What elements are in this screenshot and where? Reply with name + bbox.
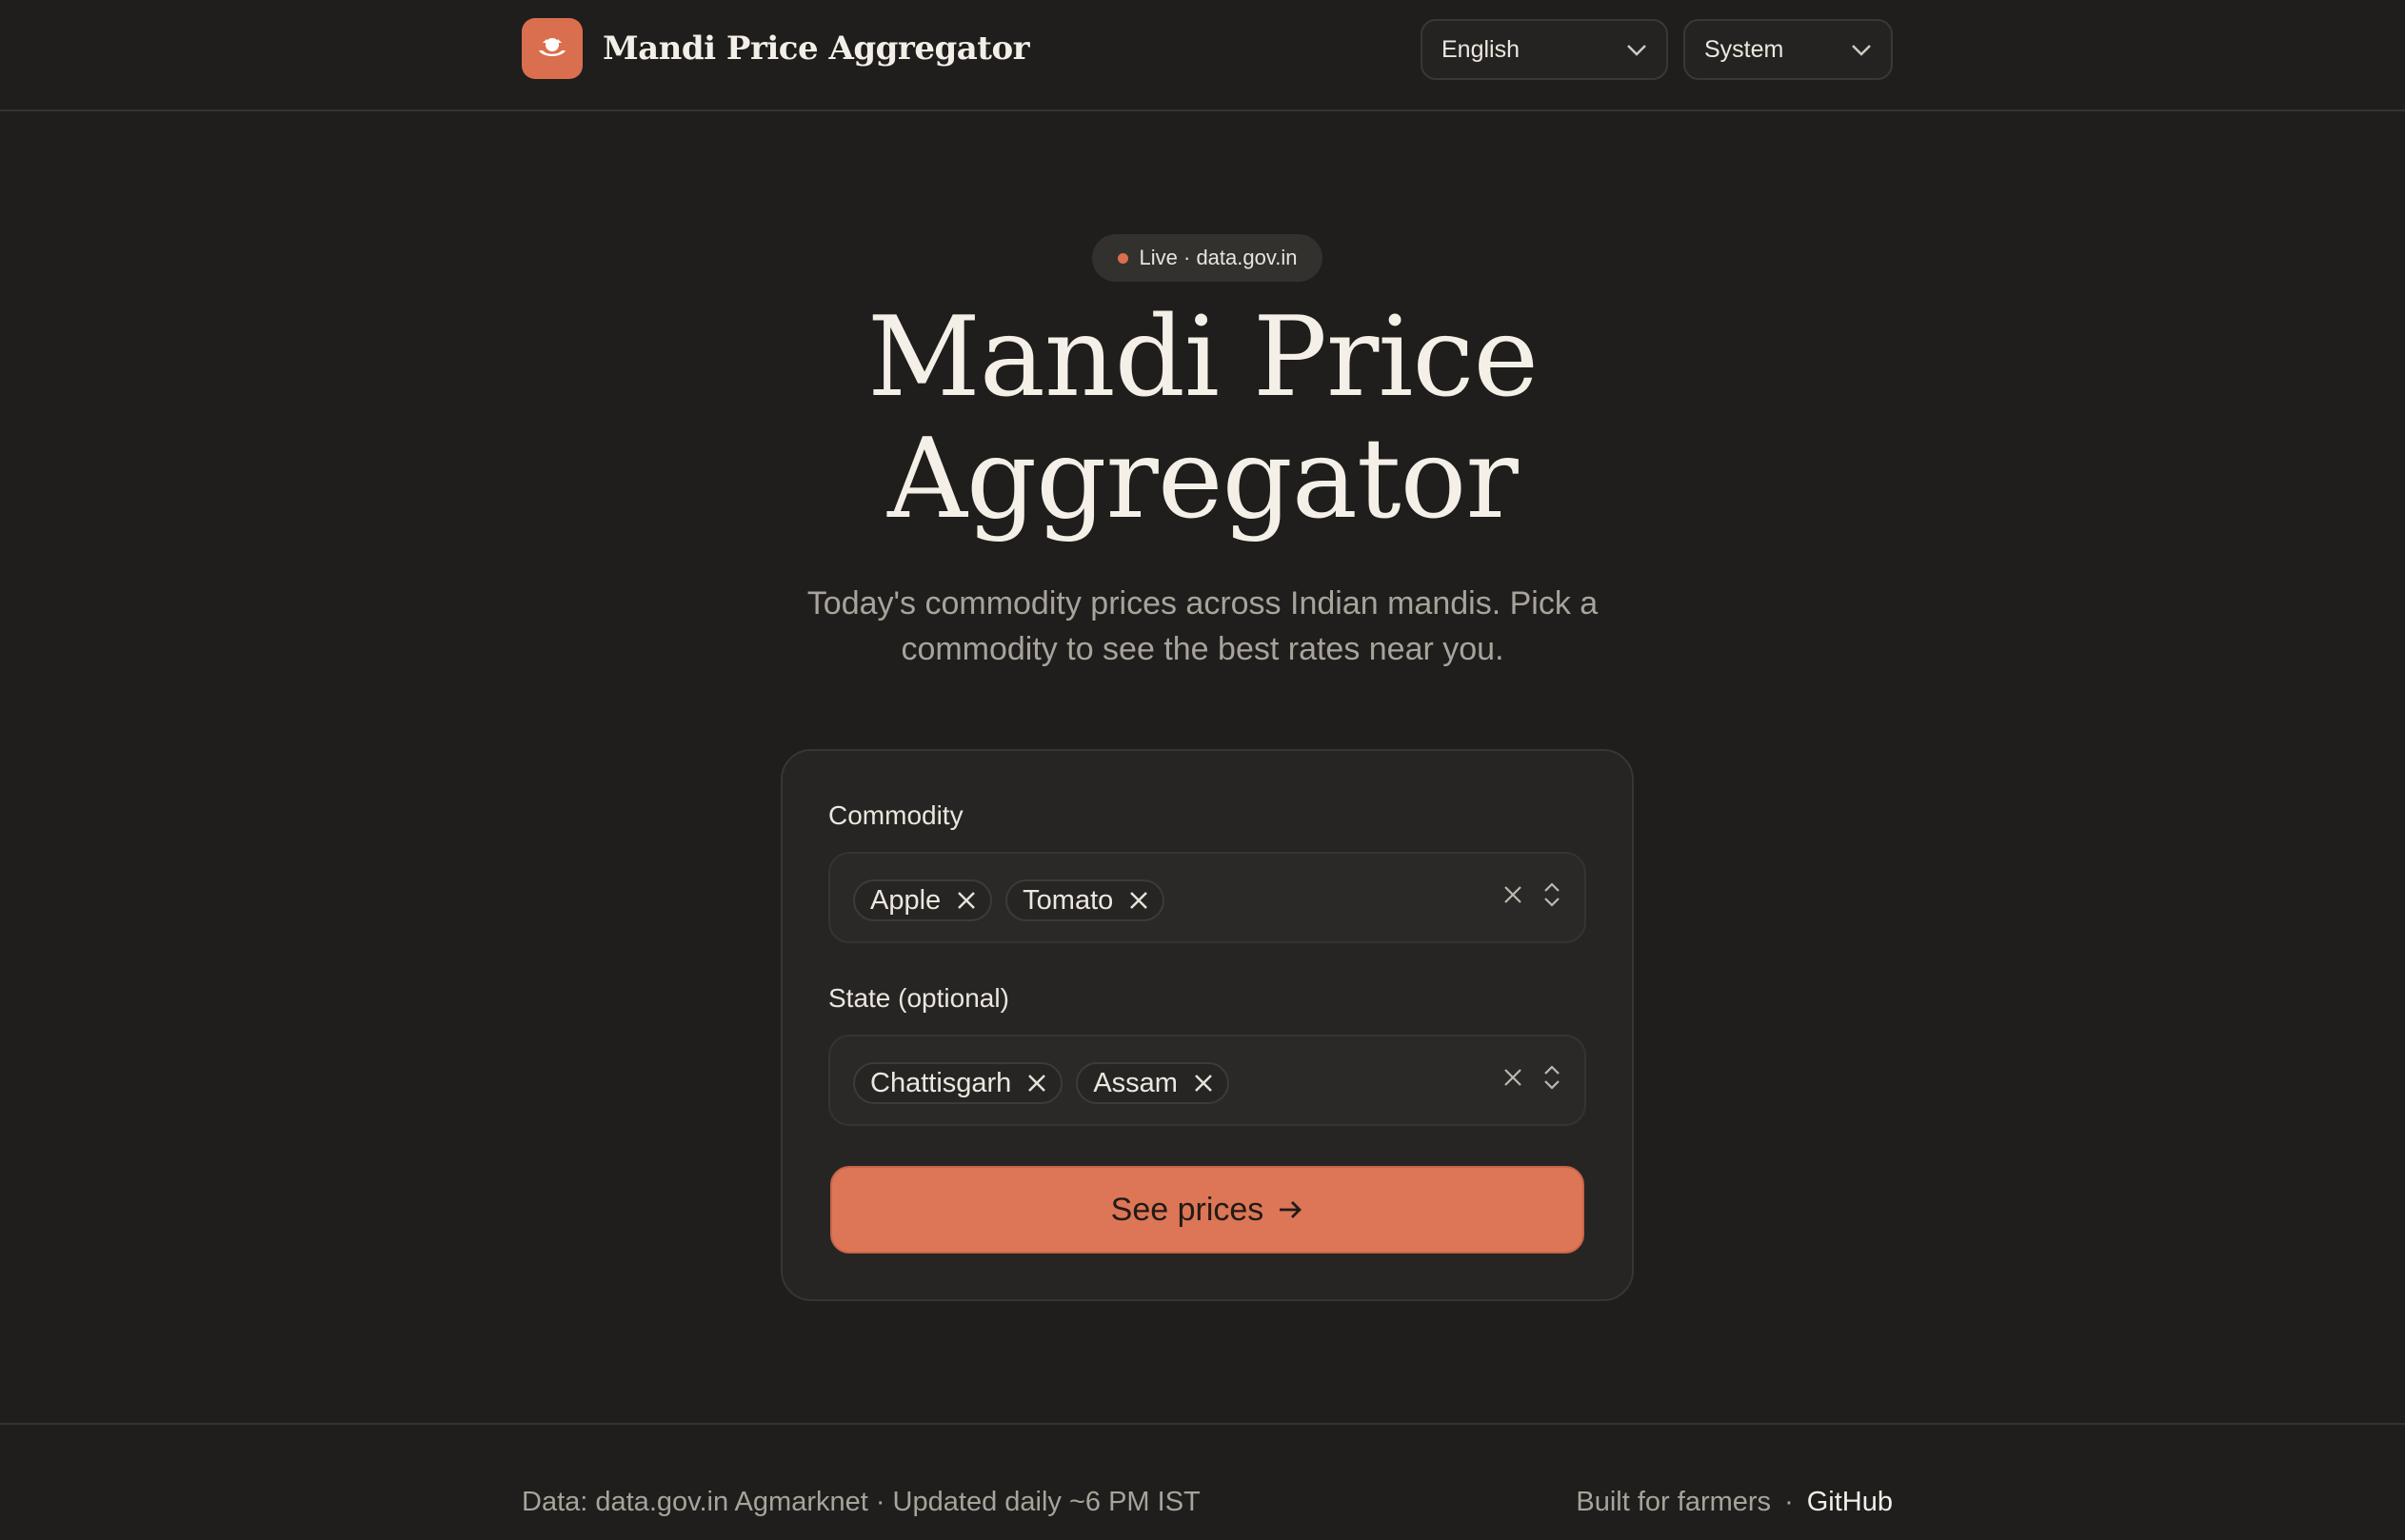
clear-icon[interactable] — [1502, 1067, 1523, 1093]
combobox-controls — [1502, 1063, 1561, 1096]
live-badge: Live · data.gov.in — [1092, 234, 1322, 282]
theme-select-value: System — [1704, 35, 1784, 63]
commodity-combobox[interactable]: Apple Tomato — [828, 852, 1586, 943]
page-title: Mandi Price Aggregator — [0, 297, 2405, 541]
chip-label: Apple — [870, 884, 942, 916]
theme-select[interactable]: System — [1683, 19, 1893, 80]
state-chip: Assam — [1076, 1062, 1229, 1104]
chevron-updown-icon[interactable] — [1542, 880, 1561, 914]
arrow-right-icon — [1277, 1198, 1303, 1221]
footer-divider — [0, 1423, 2405, 1425]
live-badge-text: Live · data.gov.in — [1139, 246, 1298, 269]
chip-label: Tomato — [1023, 884, 1114, 916]
page-title-line-2: Aggregator — [887, 415, 1519, 543]
chevron-down-icon — [1626, 36, 1647, 64]
brand[interactable]: Mandi Price Aggregator — [522, 18, 1030, 79]
commodity-chips: Apple Tomato — [853, 879, 1165, 921]
state-chips: Chattisgarh Assam — [853, 1062, 1229, 1104]
state-chip: Chattisgarh — [853, 1062, 1063, 1104]
top-bar: Mandi Price Aggregator English System — [0, 0, 2405, 111]
close-icon[interactable] — [1026, 1073, 1047, 1094]
chevron-down-icon — [1851, 36, 1872, 64]
close-icon[interactable] — [1128, 890, 1149, 911]
language-select-value: English — [1441, 35, 1520, 63]
see-prices-label: See prices — [1110, 1191, 1264, 1228]
state-label: State (optional) — [828, 983, 1009, 1013]
page-subtitle: Today's commodity prices across Indian m… — [774, 581, 1631, 672]
github-link[interactable]: GitHub — [1807, 1487, 1893, 1518]
close-icon[interactable] — [956, 890, 977, 911]
commodity-chip: Apple — [853, 879, 993, 921]
chevron-updown-icon[interactable] — [1542, 1063, 1561, 1096]
chip-label: Assam — [1093, 1067, 1178, 1098]
footer-built-text: Built for farmers — [1576, 1487, 1772, 1517]
page-subtitle-line-2: commodity to see the best rates near you… — [901, 631, 1504, 667]
live-dot-icon — [1117, 252, 1128, 264]
page-title-line-1: Mandi Price — [866, 293, 1539, 422]
state-combobox[interactable]: Chattisgarh Assam — [828, 1035, 1586, 1126]
farmer-icon — [522, 18, 583, 79]
chip-label: Chattisgarh — [870, 1067, 1012, 1098]
search-card: Commodity Apple Tomato State (optional) … — [781, 749, 1634, 1301]
commodity-chip: Tomato — [1005, 879, 1165, 921]
commodity-label: Commodity — [828, 800, 964, 830]
see-prices-button[interactable]: See prices — [830, 1166, 1584, 1254]
footer-right: Built for farmers · GitHub — [1576, 1487, 1893, 1518]
page-subtitle-line-1: Today's commodity prices across Indian m… — [806, 585, 1599, 622]
footer-separator: · — [1784, 1487, 1794, 1517]
clear-icon[interactable] — [1502, 884, 1523, 910]
app-title: Mandi Price Aggregator — [603, 30, 1030, 68]
footer-data-source: Data: data.gov.in Agmarknet · Updated da… — [522, 1487, 1201, 1517]
combobox-controls — [1502, 880, 1561, 914]
language-select[interactable]: English — [1421, 19, 1668, 80]
close-icon[interactable] — [1193, 1073, 1214, 1094]
